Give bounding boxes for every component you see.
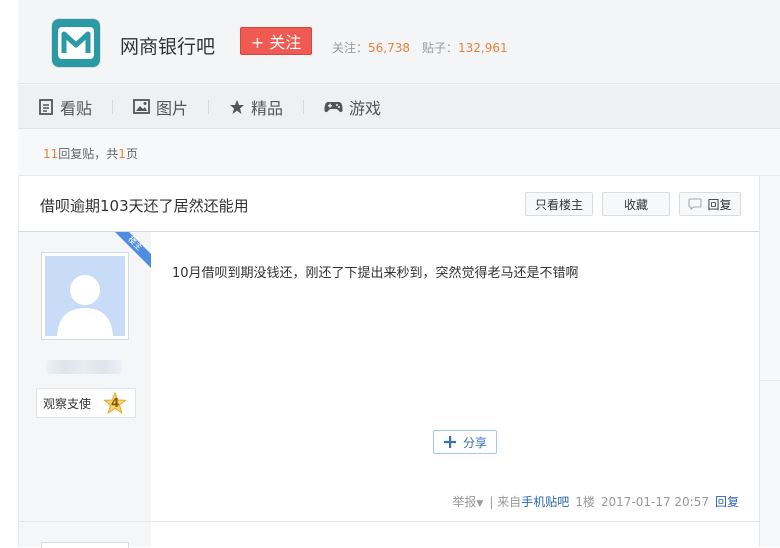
reply-button[interactable]: 回复 (679, 192, 741, 216)
floor-number: 1楼 (575, 495, 595, 509)
forum-header: 网商银行吧 + 关注 关注：56,738 贴子：132,961 (18, 0, 780, 84)
follow-button[interactable]: + 关注 (240, 27, 312, 55)
author-panel (19, 522, 151, 548)
page-count: 1 (118, 147, 126, 161)
post-count-label: 贴子： (422, 41, 459, 55)
nav-item-posts[interactable]: 看贴 (18, 97, 112, 118)
nav-item-label: 看贴 (60, 98, 93, 118)
nav-item-label: 精品 (251, 98, 284, 118)
follow-count-label: 关注： (332, 41, 369, 55)
favorite-button[interactable]: 收藏 (602, 192, 670, 216)
divider (760, 380, 780, 381)
op-ribbon: 楼主 (115, 232, 151, 268)
author-level-badge[interactable]: 观察支使 4 (36, 388, 136, 418)
gamepad-icon (324, 101, 343, 112)
reply-summary-text: 回复贴，共 (58, 147, 119, 161)
post-floor-2 (18, 522, 760, 548)
post-floor-1: 观察支使 4 楼主 10月借呗到期没钱还，刚还了下提出来秒到，突然觉得老马还是不… (18, 232, 760, 522)
reply-button-label: 回复 (707, 197, 732, 212)
author-panel: 观察支使 4 (19, 232, 151, 521)
report-link[interactable]: 举报▼ (452, 493, 483, 510)
floor-reply-link[interactable]: 回复 (715, 493, 739, 510)
post-timestamp: 2017-01-17 20:57 (600, 494, 709, 509)
reply-summary: 11回复贴，共1页 (43, 145, 138, 162)
only-op-button[interactable]: 只看楼主 (525, 192, 593, 216)
default-avatar-icon (45, 256, 125, 336)
nav-item-label: 图片 (156, 98, 189, 118)
username-blurred[interactable] (46, 360, 122, 374)
nav-item-games[interactable]: 游戏 (304, 97, 401, 118)
nav-item-featured[interactable]: 精品 (209, 97, 303, 118)
avatar[interactable] (41, 542, 129, 548)
author-title: 观察支使 (43, 396, 92, 411)
star-icon (230, 99, 245, 114)
forum-stats: 关注：56,738 贴子：132,961 (332, 39, 508, 56)
divider (760, 175, 780, 176)
source-link[interactable]: 手机贴吧 (521, 493, 569, 510)
nav-item-images[interactable]: 图片 (113, 97, 208, 118)
share-button[interactable]: 分享 (433, 430, 497, 454)
share-label: 分享 (462, 435, 487, 450)
reply-count: 11 (43, 147, 59, 161)
post-meta: 举报▼ | 来自 手机贴吧 1楼 2017-01-17 20:57 回复 (452, 493, 739, 510)
thread-title: 借呗逾期103天还了居然还能用 (40, 197, 249, 215)
author-level: 4 (111, 396, 120, 410)
share-plus-icon (443, 436, 456, 448)
reply-summary-suffix: 页 (125, 147, 138, 161)
caret-down-icon: ▼ (476, 499, 484, 509)
comment-icon (688, 198, 703, 210)
post-content: 10月借呗到期没钱还，刚还了下提出来秒到，突然觉得老马还是不错啊 (172, 266, 579, 281)
nav-item-label: 游戏 (349, 98, 382, 118)
follow-count: 56,738 (368, 41, 411, 55)
post-count: 132,961 (458, 41, 508, 55)
thread-title-bar: 借呗逾期103天还了居然还能用 只看楼主 收藏 回复 (18, 175, 760, 232)
source-prefix: | 来自 (489, 495, 522, 509)
forum-name[interactable]: 网商银行吧 (120, 32, 215, 59)
forum-nav: 看贴 图片 精品 游戏 (18, 85, 780, 129)
image-icon (133, 99, 150, 114)
mybank-logo-icon[interactable] (51, 18, 101, 68)
document-icon (39, 98, 53, 115)
